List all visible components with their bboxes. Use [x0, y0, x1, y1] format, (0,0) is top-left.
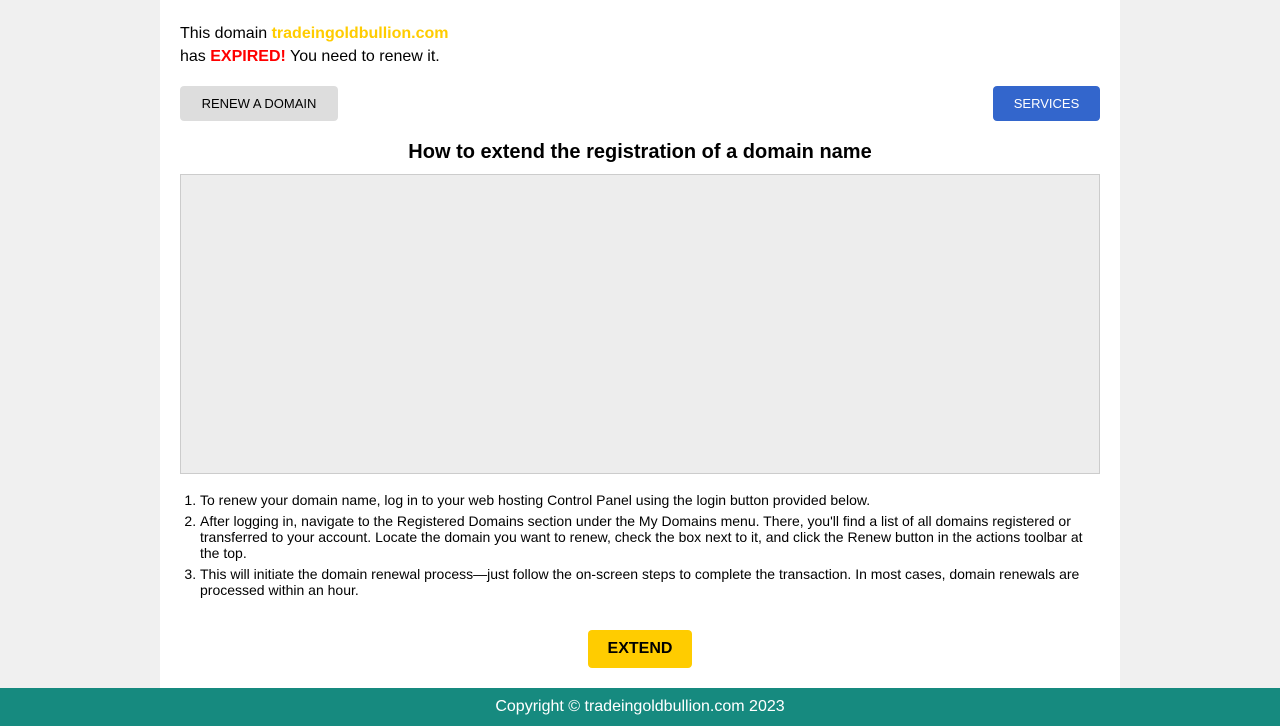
notice-suffix: You need to renew it. [285, 48, 440, 65]
expired-label: EXPIRED! [210, 48, 286, 65]
notice-prefix: This domain [180, 25, 272, 42]
list-item: After logging in, navigate to the Regist… [200, 513, 1100, 561]
domain-name: tradeingoldbullion.com [271, 25, 449, 42]
list-item: This will initiate the domain renewal pr… [200, 566, 1100, 598]
main-card: This domain tradeingoldbullion.com has E… [160, 0, 1120, 688]
extend-button[interactable]: EXTEND [588, 630, 692, 668]
services-button[interactable]: SERVICES [993, 86, 1100, 121]
renew-domain-button[interactable]: RENEW A DOMAIN [180, 86, 338, 121]
instruction-list: To renew your domain name, log in to you… [180, 492, 1100, 603]
page-heading: How to extend the registration of a doma… [408, 141, 872, 163]
footer: Copyright © tradeingoldbullion.com 2023 [0, 688, 1280, 726]
list-item: To renew your domain name, log in to you… [200, 492, 1100, 508]
expiry-notice: This domain tradeingoldbullion.com has E… [180, 22, 448, 68]
video-placeholder[interactable] [180, 174, 1100, 474]
notice-has: has [180, 48, 211, 65]
copyright-text: Copyright © tradeingoldbullion.com 2023 [495, 698, 785, 715]
